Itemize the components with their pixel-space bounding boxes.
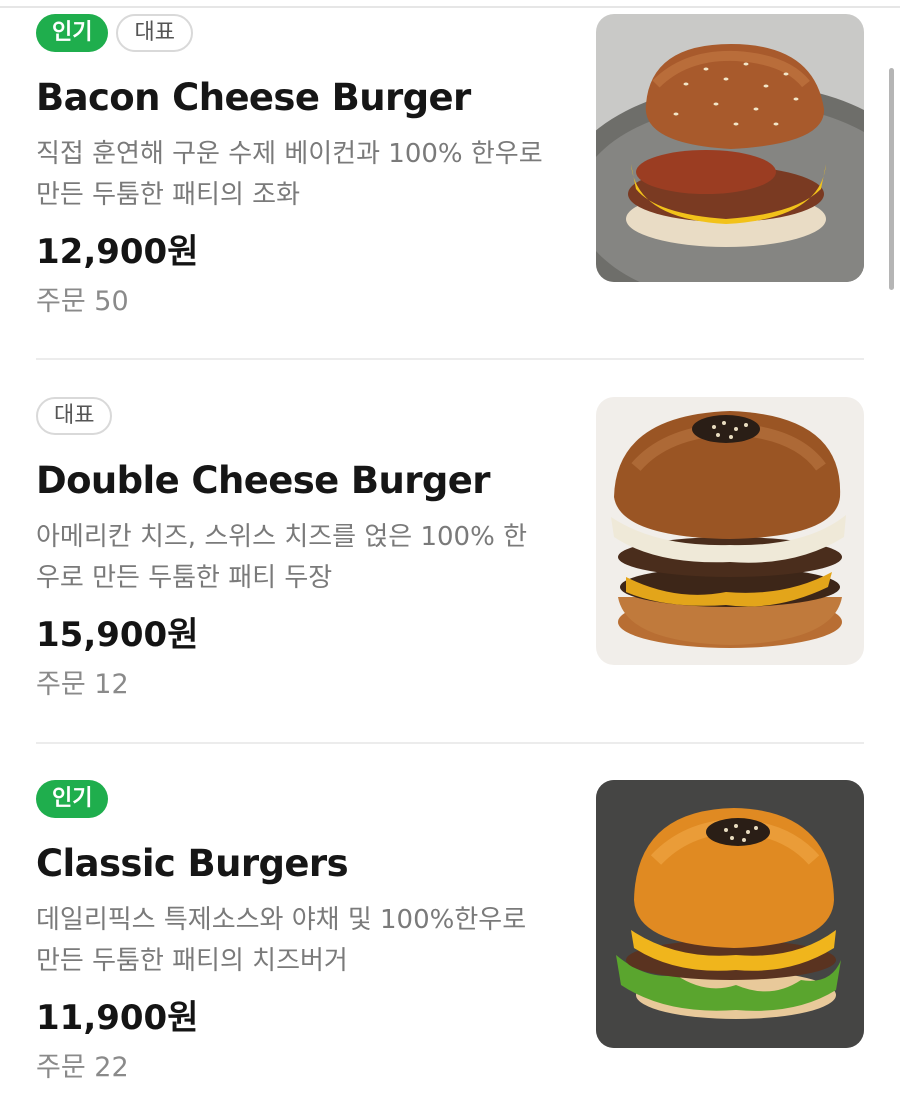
item-divider (36, 358, 864, 360)
menu-item-order-count: 주문 12 (36, 669, 129, 700)
menu-item-bacon-cheese-burger[interactable]: 인기 대표 Bacon Cheese Burger 직접 훈연해 구운 수제 베… (36, 14, 864, 317)
menu-item-order-count: 주문 22 (36, 1052, 129, 1083)
top-divider (0, 6, 900, 8)
menu-item-order-count: 주문 50 (36, 286, 129, 317)
popular-badge: 인기 (36, 780, 109, 818)
menu-item-description: 아메리칸 치즈, 스위스 치즈를 얹은 100% 한우로 만든 두툼한 패티 두… (36, 522, 527, 593)
menu-item-description: 직접 훈연해 구운 수제 베이컨과 100% 한우로 만든 두툼한 패티의 조화 (36, 139, 543, 210)
classic-burger-photo[interactable] (596, 780, 864, 1048)
menu-item-classic-burgers[interactable]: 인기 Classic Burgers 데일리픽스 특제소스와 야채 및 100%… (36, 780, 864, 1083)
signature-badge: 대표 (36, 397, 113, 435)
menu-item-description: 데일리픽스 특제소스와 야채 및 100%한우로 만든 두툼한 패티의 치즈버거 (36, 905, 527, 976)
menu-item-double-cheese-burger[interactable]: 대표 Double Cheese Burger 아메리칸 치즈, 스위스 치즈를… (36, 397, 864, 700)
popular-badge: 인기 (36, 14, 109, 52)
scrollbar[interactable] (889, 68, 894, 290)
bacon-burger-photo[interactable] (596, 14, 864, 282)
item-divider (36, 742, 864, 744)
double-burger-photo[interactable] (596, 397, 864, 665)
signature-badge: 대표 (116, 14, 193, 52)
